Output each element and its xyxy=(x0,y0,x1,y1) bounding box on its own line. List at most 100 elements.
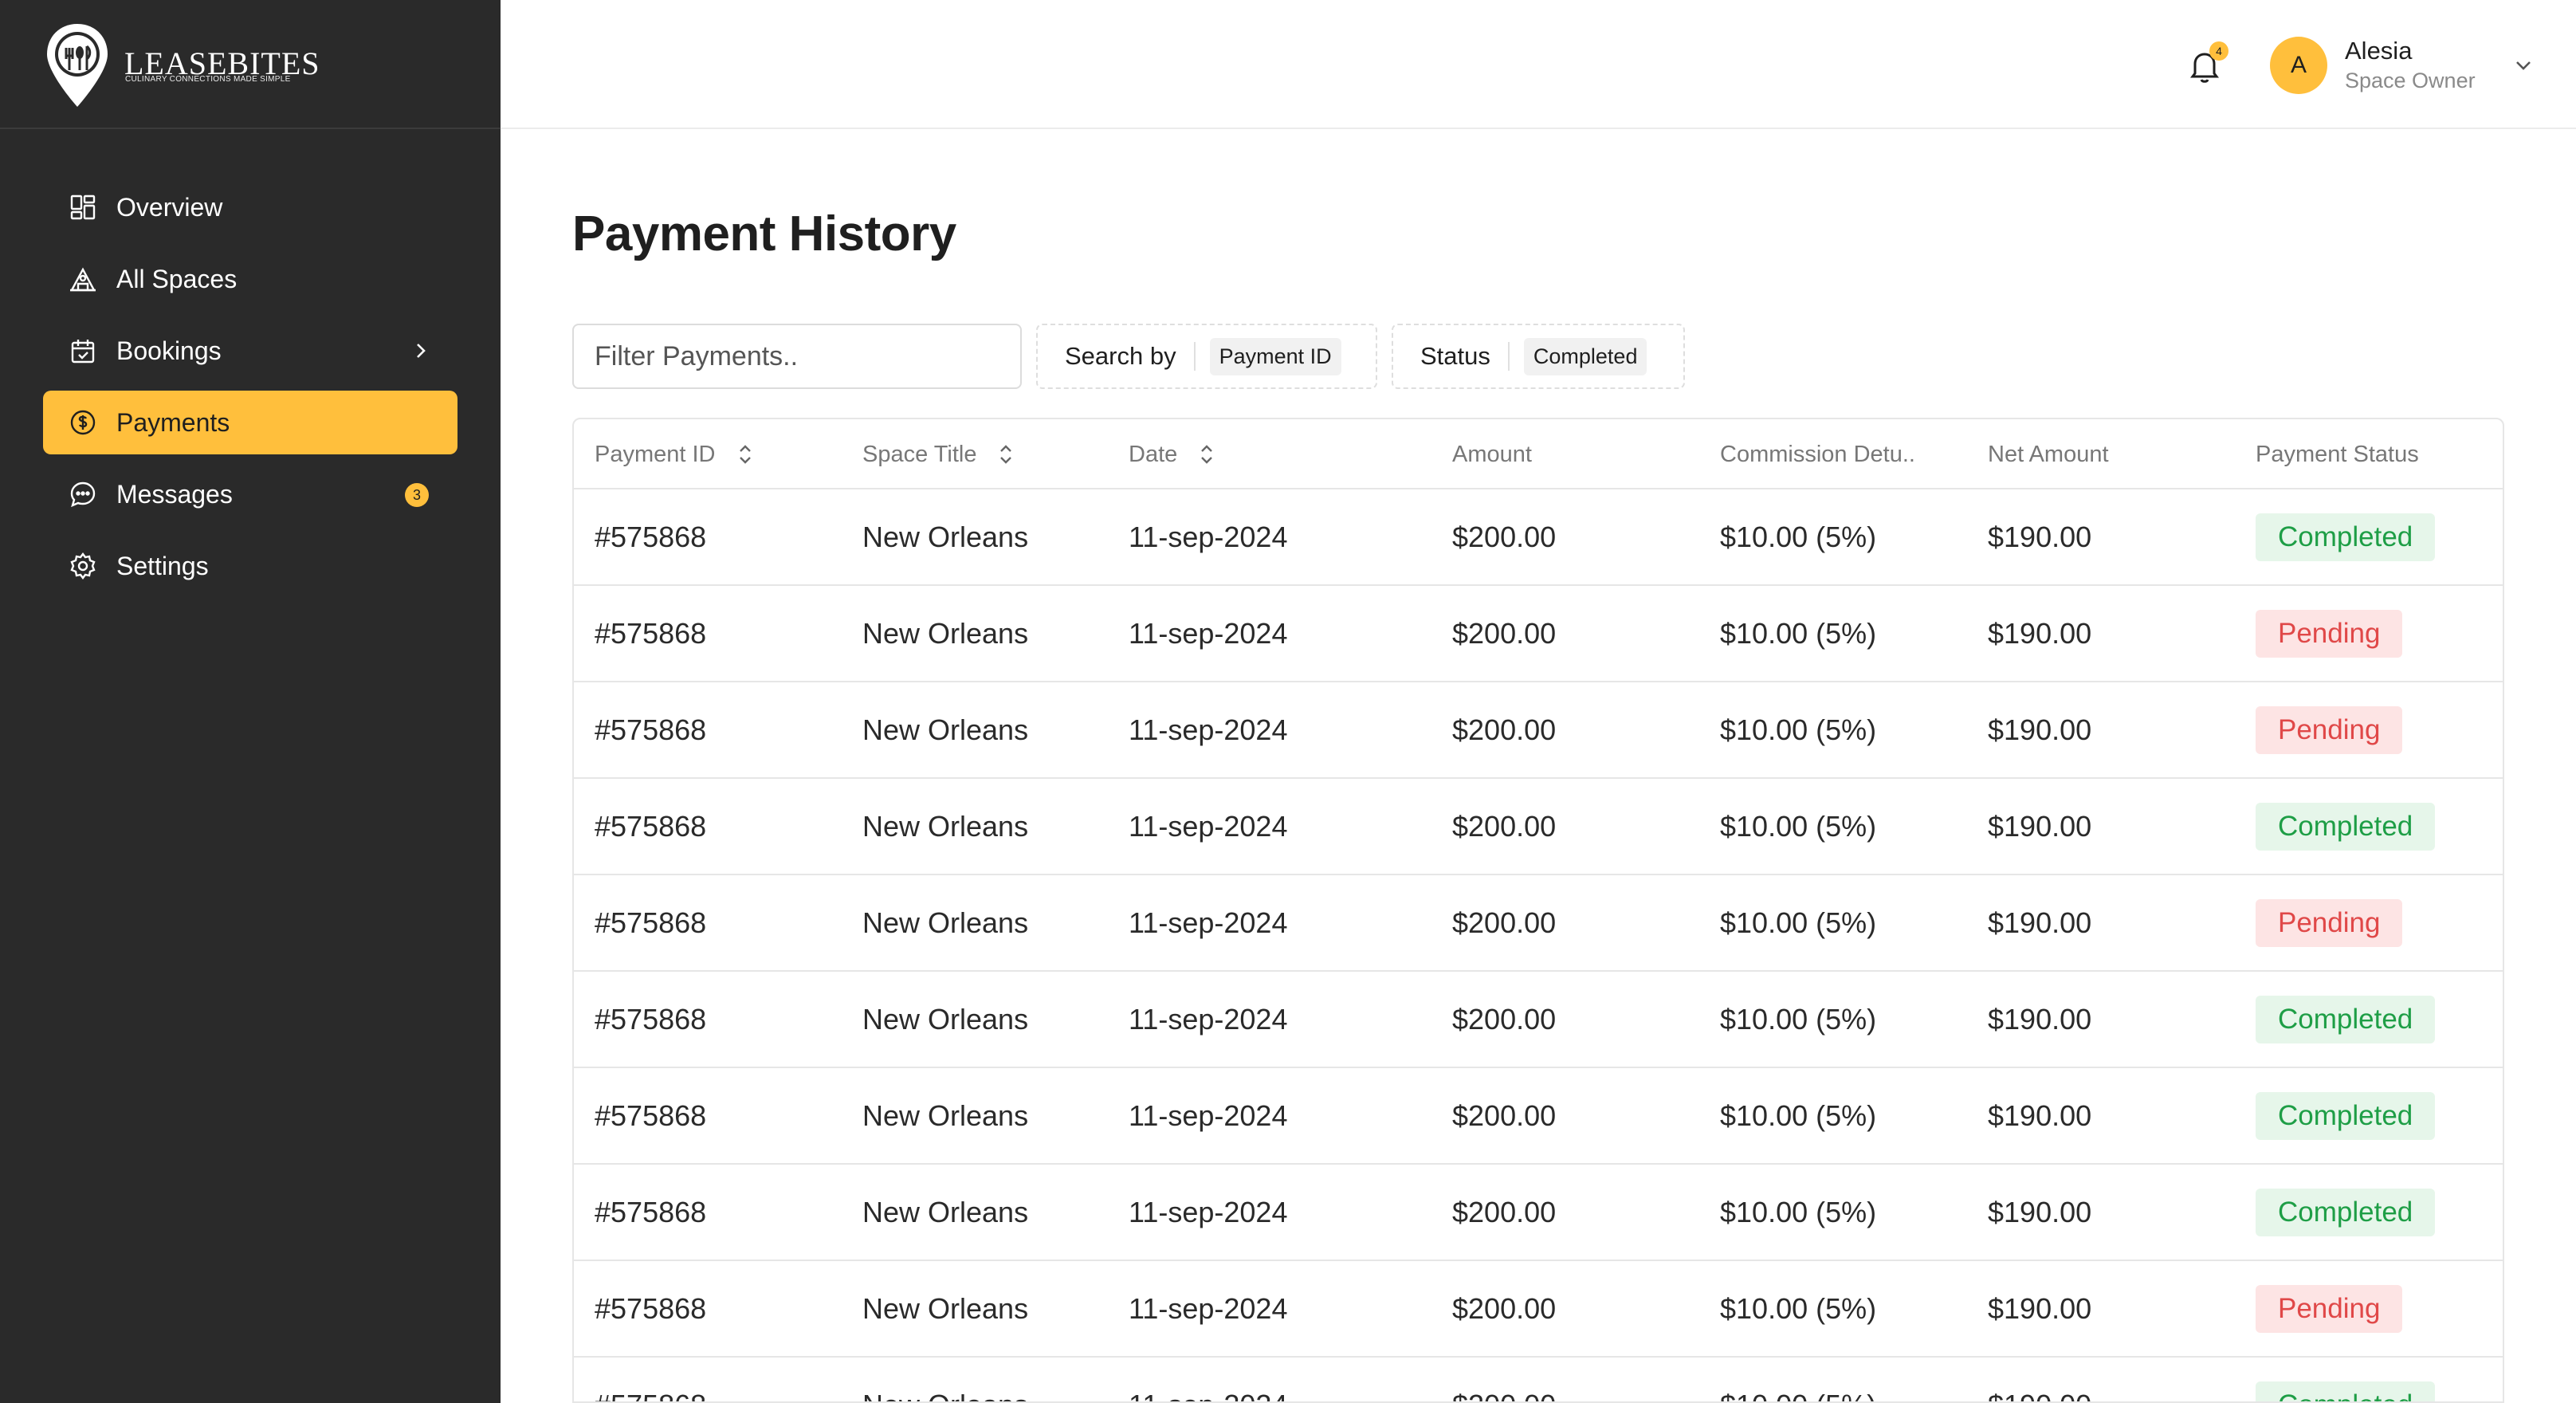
commission-cell: $10.00 (5%) xyxy=(1720,1358,1876,1402)
sidebar-item-payments[interactable]: Payments xyxy=(43,391,457,454)
status-cell: Completed xyxy=(2256,1165,2436,1260)
amount-cell: $200.00 xyxy=(1452,1098,1557,1132)
chevron-down-icon[interactable] xyxy=(2511,53,2536,78)
space-title-cell: New Orleans xyxy=(862,906,1029,939)
net-amount-cell: $190.00 xyxy=(1988,906,2092,939)
sort-icon[interactable] xyxy=(1198,443,1215,466)
amount-cell: $200.00 xyxy=(1452,616,1557,650)
status-cell: Pending xyxy=(2256,682,2403,777)
notification-badge: 4 xyxy=(2209,41,2228,61)
sidebar-item-all-spaces[interactable]: All Spaces xyxy=(43,247,457,311)
table-row[interactable]: #575868 New Orleans 11-sep-2024 $200.00 $10.… xyxy=(574,1261,2503,1358)
avatar[interactable]: A xyxy=(2270,37,2327,94)
table-row[interactable]: #575868 New Orleans 11-sep-2024 $200.00 $10.… xyxy=(574,779,2503,875)
payment-id-cell: #575868 xyxy=(595,809,707,843)
space-title-cell: New Orleans xyxy=(862,809,1029,843)
commission-cell: $10.00 (5%) xyxy=(1720,520,1877,553)
status-cell: Pending xyxy=(2256,1261,2403,1356)
sidebar: LEASEBITES CULINARY CONNECTIONS MADE SIM… xyxy=(0,0,501,1403)
amount-cell: $200.00 xyxy=(1452,1002,1557,1036)
column-header-date[interactable]: Date xyxy=(1129,419,1215,489)
status-cell: Pending xyxy=(2256,875,2403,970)
sort-icon[interactable] xyxy=(736,443,754,466)
column-header-payment-status: Payment Status xyxy=(2256,441,2419,467)
commission-cell: $10.00 (5%) xyxy=(1720,1002,1877,1036)
net-amount-cell: $190.00 xyxy=(1988,713,2092,746)
space-title-cell: New Orleans xyxy=(862,1291,1029,1325)
status-cell: Completed xyxy=(2256,779,2436,874)
net-amount-cell: $190.00 xyxy=(1988,1195,2092,1228)
sidebar-item-overview[interactable]: Overview xyxy=(43,175,457,239)
chevron-right-icon[interactable] xyxy=(408,338,434,364)
date-cell: 11-sep-2024 xyxy=(1129,809,1288,843)
date-cell: 11-sep-2024 xyxy=(1129,616,1288,650)
date-cell: 11-sep-2024 xyxy=(1129,1098,1288,1132)
sidebar-item-bookings[interactable]: Bookings xyxy=(43,319,457,383)
chat-icon xyxy=(69,480,97,509)
amount-cell: $200.00 xyxy=(1452,1195,1557,1228)
date-cell: 11-sep-2024 xyxy=(1129,520,1288,553)
grid-icon xyxy=(69,193,97,222)
commission-cell: $10.00 (5%) xyxy=(1720,1195,1877,1228)
table-row[interactable]: #575868 New Orleans 11-sep-2024 $200.00 $10.… xyxy=(574,1358,2503,1402)
table-row[interactable]: #575868 New Orleans 11-sep-2024 $200.00 $10.… xyxy=(574,1165,2503,1261)
gear-icon xyxy=(69,552,97,580)
table-row[interactable]: #575868 New Orleans 11-sep-2024 $200.00 $10.… xyxy=(574,489,2503,586)
date-cell: 11-sep-2024 xyxy=(1129,1195,1288,1228)
calendar-icon xyxy=(69,336,97,365)
net-amount-cell: $190.00 xyxy=(1988,616,2092,650)
logo-pin-icon xyxy=(47,24,108,107)
building-icon xyxy=(69,265,97,293)
net-amount-cell: $190.00 xyxy=(1988,809,2092,843)
status-filter[interactable]: Status Completed xyxy=(1392,324,1685,389)
status-badge: Completed xyxy=(2256,1381,2436,1401)
sidebar-item-label: Bookings xyxy=(116,336,222,365)
status-badge: Pending xyxy=(2256,609,2403,658)
column-header-payment-id[interactable]: Payment ID xyxy=(595,419,754,489)
status-cell: Pending xyxy=(2256,586,2403,681)
column-header-amount: Amount xyxy=(1452,441,1532,467)
date-cell: 11-sep-2024 xyxy=(1129,1002,1288,1036)
sidebar-item-label: Settings xyxy=(116,551,209,580)
sidebar-item-label: All Spaces xyxy=(116,264,238,293)
amount-cell: $200.00 xyxy=(1452,520,1557,553)
user-role: Space Owner xyxy=(2345,69,2476,92)
payment-id-cell: #575868 xyxy=(595,1195,707,1228)
status-badge: Completed xyxy=(2256,513,2436,561)
payment-id-cell: #575868 xyxy=(595,1358,706,1402)
date-cell: 11-sep-2024 xyxy=(1129,1291,1288,1325)
logo-area: LEASEBITES CULINARY CONNECTIONS MADE SIM… xyxy=(0,0,501,129)
amount-cell: $200.00 xyxy=(1452,1291,1557,1325)
status-badge: Completed xyxy=(2256,802,2436,851)
payment-id-cell: #575868 xyxy=(595,1098,707,1132)
status-cell: Completed xyxy=(2256,1358,2436,1401)
filter-payments-input[interactable] xyxy=(572,324,1022,389)
table-header: Payment ID Space Title Date Amount Commi… xyxy=(574,419,2503,489)
search-by-filter[interactable]: Search by Payment ID xyxy=(1036,324,1377,389)
table-row[interactable]: #575868 New Orleans 11-sep-2024 $200.00 $10.… xyxy=(574,875,2503,972)
payment-id-cell: #575868 xyxy=(595,1002,707,1036)
status-value: Completed xyxy=(1523,337,1647,375)
amount-cell: $200.00 xyxy=(1452,809,1557,843)
table-row[interactable]: #575868 New Orleans 11-sep-2024 $200.00 $10.… xyxy=(574,682,2503,779)
table-row[interactable]: #575868 New Orleans 11-sep-2024 $200.00 $10.… xyxy=(574,972,2503,1068)
date-cell: 11-sep-2024 xyxy=(1129,906,1288,939)
status-badge: Pending xyxy=(2256,898,2403,947)
sidebar-item-messages[interactable]: Messages 3 xyxy=(43,462,457,526)
space-title-cell: New Orleans xyxy=(862,616,1029,650)
net-amount-cell: $190.00 xyxy=(1988,1098,2092,1132)
sort-icon[interactable] xyxy=(997,443,1015,466)
payment-id-cell: #575868 xyxy=(595,616,707,650)
sidebar-item-settings[interactable]: Settings xyxy=(43,534,457,598)
column-header-space-title[interactable]: Space Title xyxy=(862,419,1015,489)
space-title-cell: New Orleans xyxy=(862,520,1029,553)
date-cell: 11-sep-2024 xyxy=(1129,713,1288,746)
space-title-cell: New Orleans xyxy=(862,1358,1028,1402)
user-name[interactable]: Alesia xyxy=(2345,37,2412,65)
commission-cell: $10.00 (5%) xyxy=(1720,1098,1877,1132)
commission-cell: $10.00 (5%) xyxy=(1720,906,1877,939)
table-row[interactable]: #575868 New Orleans 11-sep-2024 $200.00 $10.… xyxy=(574,586,2503,682)
table-row[interactable]: #575868 New Orleans 11-sep-2024 $200.00 $10.… xyxy=(574,1068,2503,1165)
date-cell: 11-sep-2024 xyxy=(1129,1358,1287,1402)
search-by-label: Search by xyxy=(1065,342,1196,371)
